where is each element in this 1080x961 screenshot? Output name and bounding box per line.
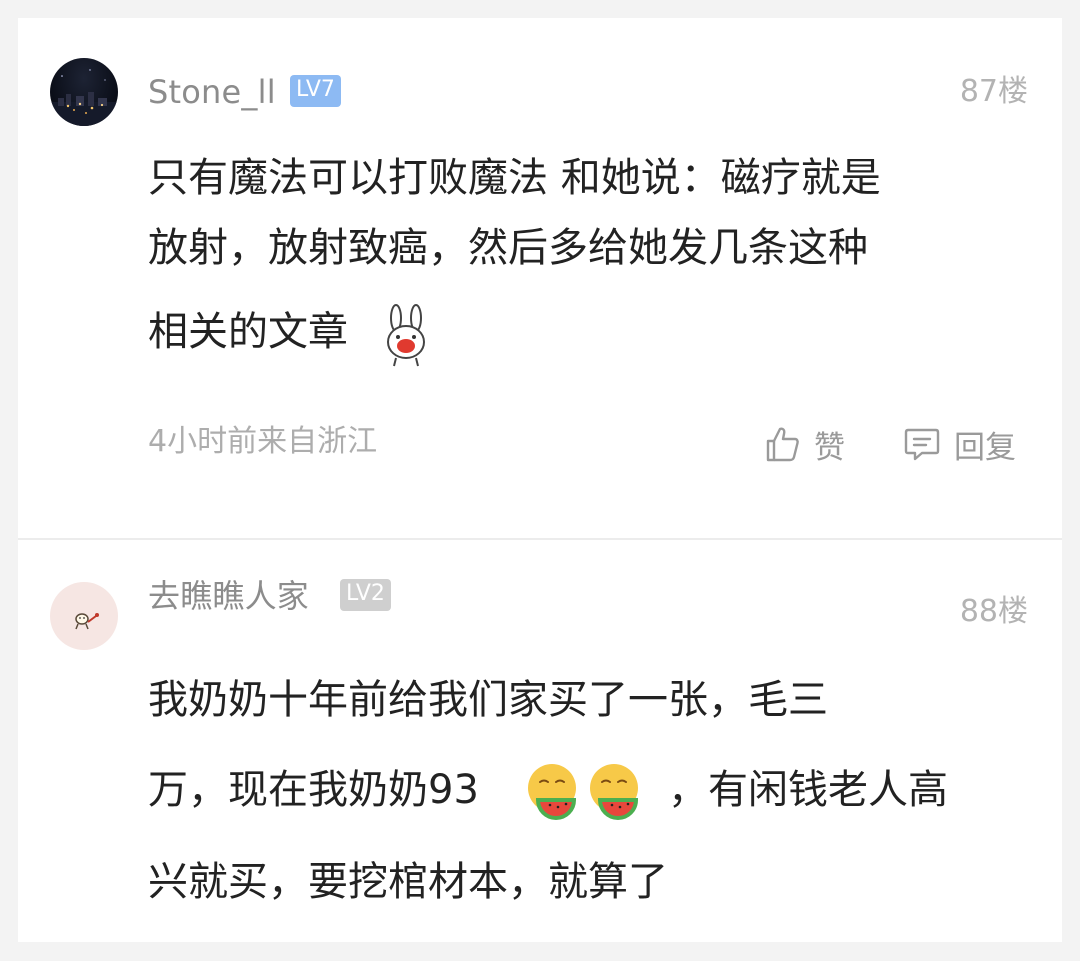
like-button[interactable]: 赞 (762, 422, 845, 466)
reply-button[interactable]: 回复 (902, 422, 1016, 466)
comment-line: 放射，放射致癌，然后多给她发几条这种 (148, 225, 868, 271)
comment-line: 万，现在我奶奶93 (148, 767, 479, 813)
bunny-emoji-icon (387, 304, 425, 367)
like-label: 赞 (814, 429, 845, 466)
comment-line: ，有闲钱老人高 (668, 767, 948, 813)
comment-card-87: Stone_ll LV7 87楼 只有魔法可以打败魔法 和她说：磁疗就是 放射，… (18, 18, 1062, 538)
avatar[interactable] (50, 58, 118, 126)
username[interactable]: Stone_ll (148, 72, 276, 112)
watermelon-emoji-icon (528, 764, 577, 820)
night-city-avatar-image (50, 69, 118, 126)
thumbs-up-icon (766, 427, 799, 462)
comment-icon (904, 428, 940, 461)
comment-line: 相关的文章 (148, 309, 348, 355)
comment-line: 兴就买，要挖棺材本，就算了 (148, 859, 668, 905)
comment-line: 我奶奶十年前给我们家买了一张，毛三 (148, 677, 828, 723)
floor-number: 88楼 (959, 594, 1028, 629)
comment-line: 只有魔法可以打败魔法 和她说：磁疗就是 (148, 155, 881, 201)
comment-card-88: 去瞧瞧人家 LV2 88楼 我奶奶十年前给我们家买了一张，毛三 万，现在我奶奶9… (18, 540, 1062, 942)
watermelon-emoji-icon (590, 764, 639, 820)
floor-number: 87楼 (959, 74, 1028, 109)
level-badge: LV2 (340, 579, 391, 611)
level-badge: LV7 (290, 75, 341, 107)
time-location: 4小时前来自浙江 (148, 424, 378, 459)
cartoon-avatar-image (75, 613, 99, 630)
reply-label: 回复 (954, 429, 1016, 466)
avatar[interactable] (50, 582, 118, 650)
username[interactable]: 去瞧瞧人家 (148, 576, 309, 616)
